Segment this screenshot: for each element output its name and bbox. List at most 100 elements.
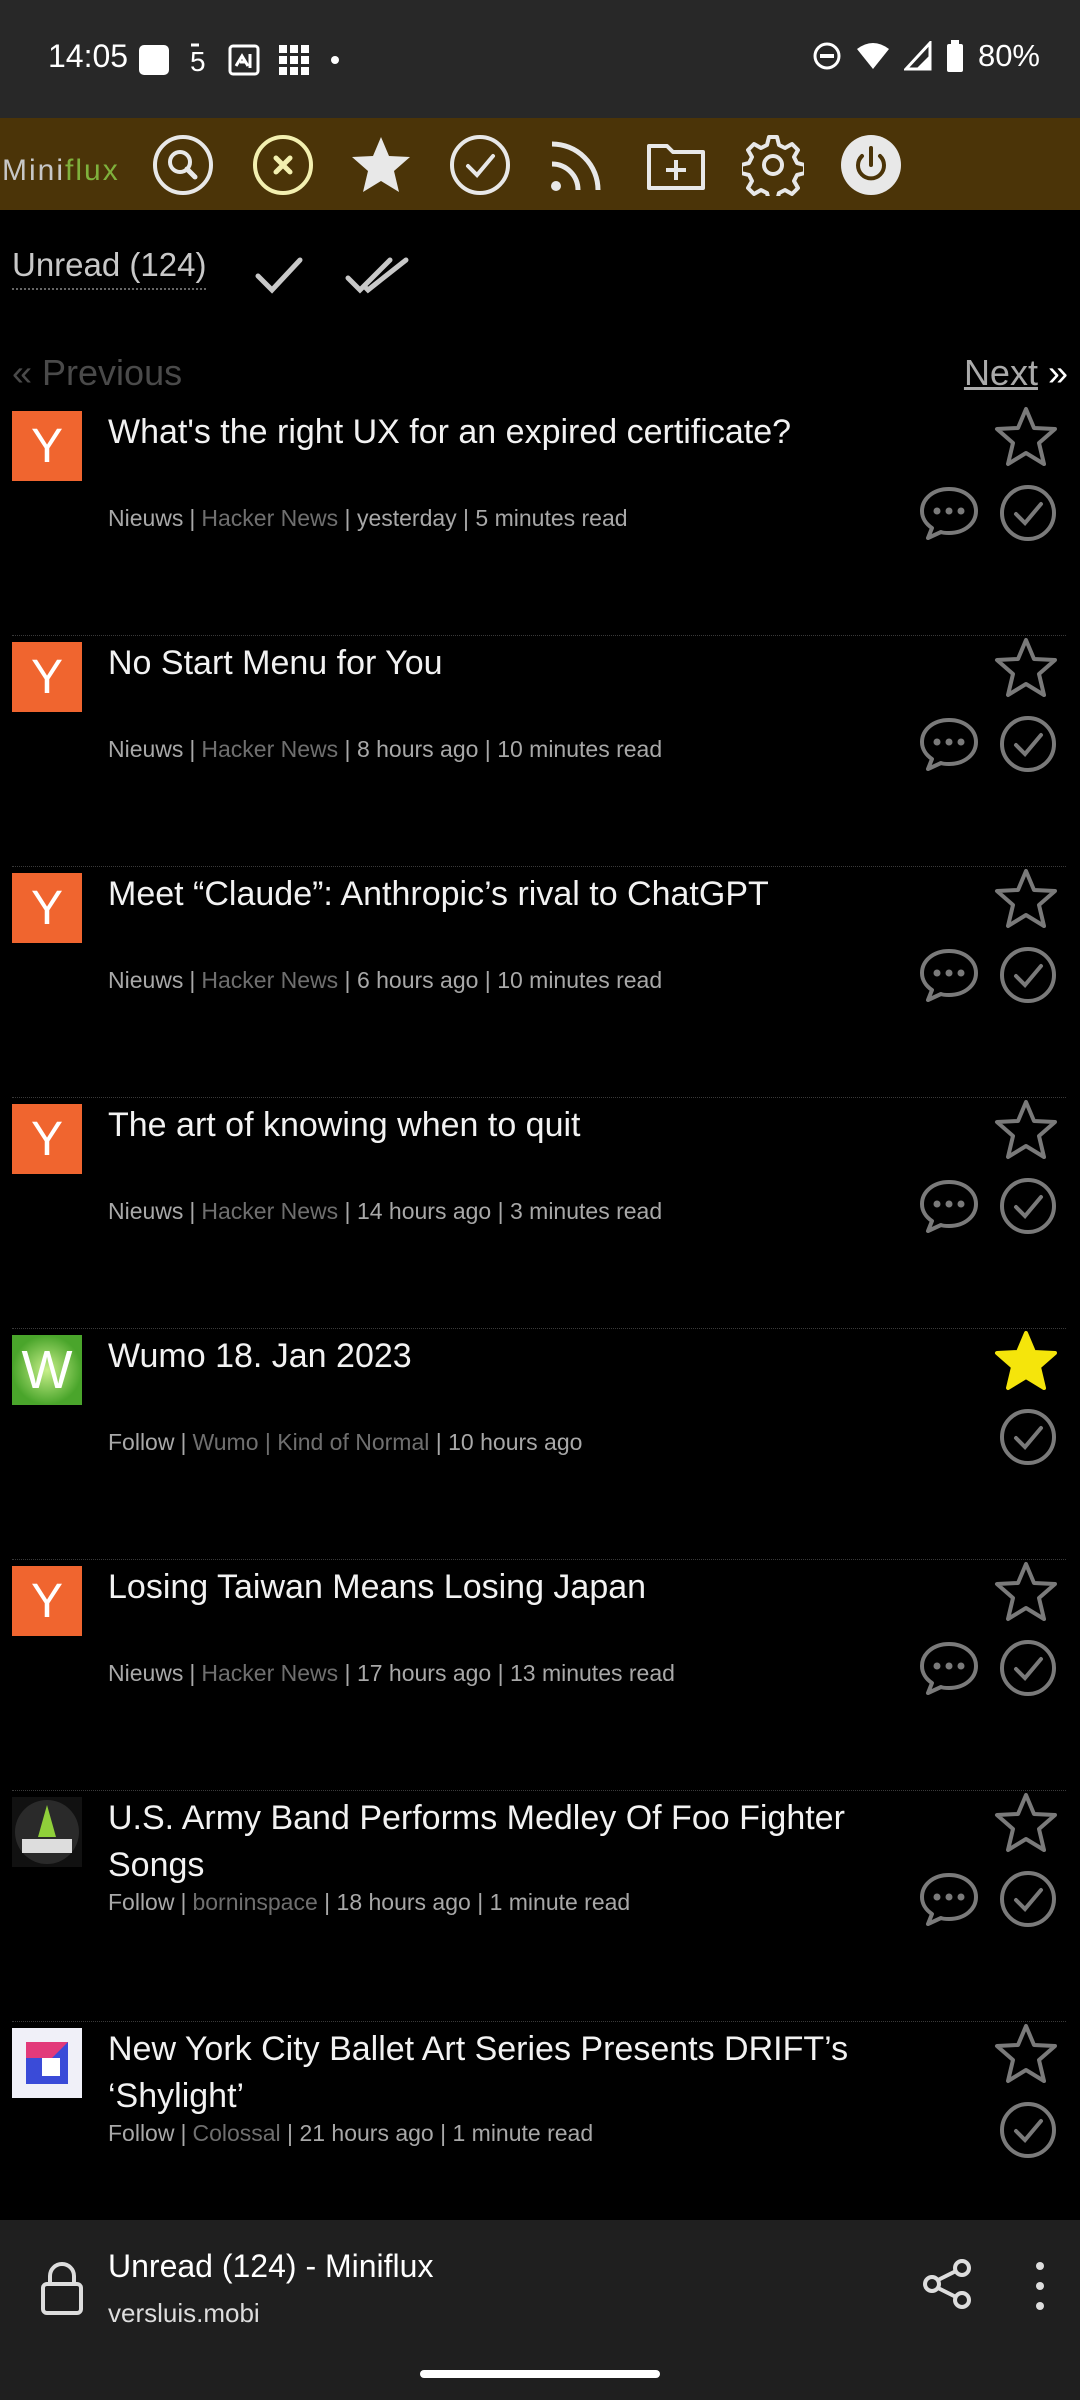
list-item: Y No Start Menu for You Nieuws | Hacker News… bbox=[12, 636, 1066, 867]
comments-button[interactable] bbox=[918, 483, 980, 543]
item-meta: Nieuws | Hacker News | 6 hours ago | 10 mi… bbox=[108, 967, 662, 994]
item-date: 18 hours ago bbox=[336, 1889, 471, 1915]
item-title[interactable]: No Start Menu for You bbox=[108, 640, 908, 687]
item-category[interactable]: Follow bbox=[108, 1889, 174, 1915]
item-meta: Nieuws | Hacker News | 8 hours ago | 10 mi… bbox=[108, 736, 662, 763]
mark-read-button[interactable] bbox=[998, 1176, 1058, 1236]
meta-separator: | bbox=[338, 736, 357, 762]
more-menu-icon[interactable] bbox=[1030, 2258, 1050, 2314]
mark-read-button[interactable] bbox=[998, 945, 1058, 1005]
settings-icon[interactable] bbox=[742, 134, 804, 196]
comment-icon bbox=[920, 1873, 978, 1926]
page-title: Unread (124) bbox=[12, 246, 207, 290]
star-button[interactable] bbox=[994, 636, 1058, 700]
item-feed[interactable]: Wumo | Kind of Normal bbox=[192, 1429, 429, 1455]
check-circle-icon bbox=[1000, 1178, 1056, 1234]
do-not-disturb-icon bbox=[812, 41, 842, 71]
app-logo[interactable]: Miniflux bbox=[2, 154, 120, 188]
star-button[interactable] bbox=[994, 405, 1058, 469]
logout-icon[interactable] bbox=[840, 134, 902, 196]
item-title[interactable]: Wumo 18. Jan 2023 bbox=[108, 1333, 908, 1380]
item-title[interactable]: Losing Taiwan Means Losing Japan bbox=[108, 1564, 908, 1611]
search-icon[interactable] bbox=[152, 134, 214, 196]
meta-separator: | bbox=[189, 1198, 196, 1224]
meta-separator: | bbox=[189, 967, 196, 993]
mark-read-button[interactable] bbox=[998, 1638, 1058, 1698]
item-title[interactable]: New York City Ballet Art Series Presents… bbox=[108, 2026, 908, 2120]
mark-read-button[interactable] bbox=[998, 1407, 1058, 1467]
item-feed[interactable]: Hacker News bbox=[201, 505, 338, 531]
comments-button[interactable] bbox=[918, 1638, 980, 1698]
mark-read-button[interactable] bbox=[998, 714, 1058, 774]
comments-button[interactable] bbox=[918, 945, 980, 1005]
star-button[interactable] bbox=[994, 1791, 1058, 1855]
share-icon[interactable] bbox=[922, 2258, 974, 2310]
item-feed[interactable]: Hacker News bbox=[201, 736, 338, 762]
item-category[interactable]: Nieuws bbox=[108, 1660, 183, 1686]
comments-button[interactable] bbox=[918, 1869, 980, 1929]
categories-icon[interactable] bbox=[645, 134, 707, 196]
item-category[interactable]: Nieuws bbox=[108, 967, 183, 993]
mark-page-read-button[interactable] bbox=[250, 250, 310, 300]
item-title[interactable]: What's the right UX for an expired certi… bbox=[108, 409, 908, 456]
item-title[interactable]: The art of knowing when to quit bbox=[108, 1102, 908, 1149]
star-button[interactable] bbox=[994, 1098, 1058, 1162]
unread-icon[interactable] bbox=[252, 134, 314, 196]
item-feed[interactable]: Hacker News bbox=[201, 1660, 338, 1686]
item-category[interactable]: Nieuws bbox=[108, 505, 183, 531]
list-item: Y What's the right UX for an expired cert… bbox=[12, 405, 1066, 636]
item-feed[interactable]: Hacker News bbox=[201, 967, 338, 993]
status-system: 80% bbox=[812, 38, 1040, 74]
item-feed[interactable]: borninspace bbox=[192, 1889, 317, 1915]
favicon-letter: Y bbox=[30, 1574, 63, 1628]
mark-read-button[interactable] bbox=[998, 1869, 1058, 1929]
item-title[interactable]: U.S. Army Band Performs Medley Of Foo Fi… bbox=[108, 1795, 908, 1889]
browser-domain: versluis.mobi bbox=[108, 2298, 260, 2328]
meta-separator: | bbox=[470, 1889, 490, 1915]
item-date: 8 hours ago bbox=[356, 736, 479, 762]
favicon-letter: Y bbox=[30, 881, 63, 935]
meta-separator: | bbox=[429, 1429, 449, 1455]
battery-percent: 80% bbox=[977, 38, 1040, 73]
item-category[interactable]: Follow bbox=[108, 1429, 174, 1455]
meta-separator: | bbox=[491, 1198, 510, 1224]
comments-button[interactable] bbox=[918, 714, 980, 774]
star-button[interactable] bbox=[994, 1329, 1058, 1393]
item-category[interactable]: Nieuws bbox=[108, 1198, 183, 1224]
item-reading-time: 1 minute read bbox=[452, 2120, 594, 2146]
meta-separator: | bbox=[491, 1660, 510, 1686]
home-indicator[interactable] bbox=[420, 2370, 660, 2378]
browser-url-bar[interactable]: Unread (124) - Miniflux versluis.mobi bbox=[0, 2220, 1080, 2400]
feed-favicon: Y bbox=[12, 873, 82, 943]
star-button[interactable] bbox=[994, 867, 1058, 931]
comment-icon bbox=[920, 718, 978, 771]
item-title[interactable]: Meet “Claude”: Anthropic’s rival to Chat… bbox=[108, 871, 908, 918]
mark-read-button[interactable] bbox=[998, 483, 1058, 543]
starred-icon[interactable] bbox=[350, 134, 412, 196]
logo-accent: flux bbox=[65, 154, 120, 187]
comments-button[interactable] bbox=[918, 1176, 980, 1236]
item-category[interactable]: Nieuws bbox=[108, 736, 183, 762]
item-category[interactable]: Follow bbox=[108, 2120, 174, 2146]
star-icon bbox=[995, 1793, 1057, 1852]
star-button[interactable] bbox=[994, 2022, 1058, 2086]
item-reading-time: 13 minutes read bbox=[509, 1660, 675, 1686]
star-icon bbox=[995, 407, 1057, 466]
next-page-link[interactable]: Next » bbox=[964, 352, 1068, 394]
logo-prefix: Mini bbox=[2, 154, 66, 187]
check-circle-icon bbox=[1000, 1640, 1056, 1696]
item-meta: Follow | Colossal | 21 hours ago | 1 minut… bbox=[108, 2120, 593, 2147]
item-reading-time: 10 minutes read bbox=[497, 967, 663, 993]
history-icon[interactable] bbox=[449, 134, 511, 196]
item-meta: Follow | borninspace | 18 hours ago | 1 mi… bbox=[108, 1889, 630, 1916]
star-button[interactable] bbox=[994, 1560, 1058, 1624]
star-icon bbox=[995, 869, 1057, 928]
mark-read-button[interactable] bbox=[998, 2100, 1058, 2160]
favicon-letter: W bbox=[21, 1340, 73, 1400]
item-feed[interactable]: Hacker News bbox=[201, 1198, 338, 1224]
feeds-icon[interactable] bbox=[546, 134, 608, 196]
browser-tab-title: Unread (124) - Miniflux bbox=[108, 2248, 434, 2284]
next-label[interactable]: Next bbox=[964, 352, 1038, 393]
mark-all-read-button[interactable] bbox=[344, 250, 414, 300]
item-feed[interactable]: Colossal bbox=[192, 2120, 280, 2146]
